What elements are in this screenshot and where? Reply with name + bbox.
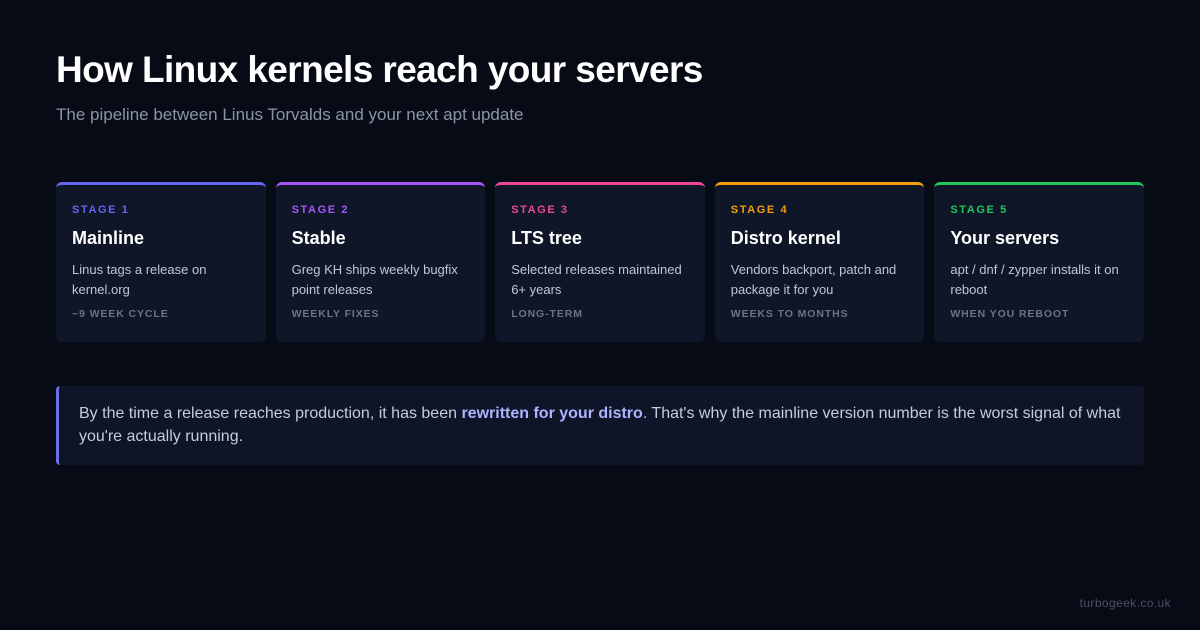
- page-title: How Linux kernels reach your servers: [56, 49, 703, 90]
- stage-label: STAGE 3: [511, 204, 569, 217]
- callout-note: By the time a release reaches production…: [56, 386, 1144, 466]
- stage-card-4: STAGE 4 Distro kernel Vendors backport, …: [714, 182, 925, 343]
- stage-card-2: STAGE 2 Stable Greg KH ships weekly bugf…: [275, 182, 486, 343]
- stage-label: STAGE 2: [291, 204, 350, 217]
- site-credit: turbogeek.co.uk: [1079, 596, 1171, 610]
- stage-meta: WEEKS TO MONTHS: [730, 307, 849, 320]
- stage-card-1: STAGE 1 Mainline Linus tags a release on…: [56, 182, 266, 343]
- callout-text-before: By the time a release reaches production…: [79, 405, 462, 423]
- stage-pipeline: STAGE 1 Mainline Linus tags a release on…: [56, 182, 1144, 343]
- stage-title: Stable: [291, 228, 346, 249]
- stage-label: STAGE 5: [950, 204, 1008, 217]
- stage-description: Selected releases maintained 6+ years: [511, 261, 682, 297]
- stage-meta: LONG-TERM: [511, 307, 583, 320]
- callout-highlight: rewritten for your distro: [461, 405, 643, 423]
- stage-title: Distro kernel: [730, 228, 841, 249]
- stage-label: STAGE 1: [72, 204, 130, 217]
- stage-description: Greg KH ships weekly bugfix point releas…: [291, 261, 458, 297]
- stage-card-5: STAGE 5 Your servers apt / dnf / zypper …: [934, 182, 1144, 343]
- page: How Linux kernels reach your servers The…: [0, 0, 1200, 630]
- stage-description: Vendors backport, patch and package it f…: [730, 261, 897, 297]
- stage-label: STAGE 4: [730, 204, 789, 217]
- stage-title: LTS tree: [511, 228, 582, 249]
- stage-meta: WHEN YOU REBOOT: [950, 307, 1070, 320]
- page-subtitle: The pipeline between Linus Torvalds and …: [56, 104, 524, 124]
- stage-title: Mainline: [72, 228, 145, 249]
- stage-title: Your servers: [950, 228, 1060, 249]
- stage-meta: WEEKLY FIXES: [291, 307, 380, 320]
- stage-description: Linus tags a release on kernel.org: [72, 261, 207, 297]
- stage-meta: ~9 WEEK CYCLE: [72, 307, 169, 320]
- stage-description: apt / dnf / zypper installs it on reboot: [950, 261, 1119, 297]
- stage-card-3: STAGE 3 LTS tree Selected releases maint…: [495, 182, 705, 343]
